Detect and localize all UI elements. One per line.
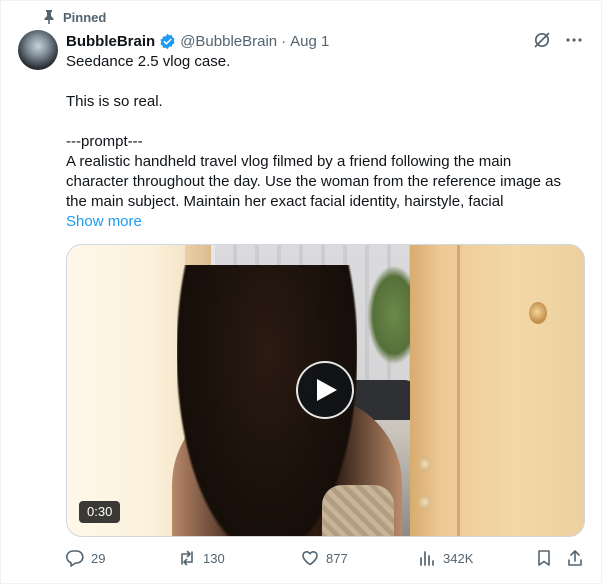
action-bar: 29 130 877 342K: [66, 548, 584, 568]
like-count: 877: [326, 550, 348, 566]
play-icon: [317, 379, 337, 401]
video-scene-tree: [367, 265, 412, 365]
pinned-indicator: Pinned: [43, 9, 106, 25]
post-line: ---prompt---: [66, 133, 143, 150]
video-duration: 0:30: [79, 501, 121, 523]
show-more-link[interactable]: Show more: [66, 212, 142, 232]
grok-icon[interactable]: [533, 31, 551, 49]
video-scene-bag: [322, 485, 394, 536]
reply-button[interactable]: 29: [66, 548, 105, 568]
post-line: This is so real.: [66, 93, 163, 110]
separator-dot: ·: [281, 32, 287, 50]
video-scene-hinge: [419, 495, 431, 509]
post-text: Seedance 2.5 vlog case. This is so real.…: [66, 52, 566, 212]
pin-icon: [44, 10, 54, 24]
video-player[interactable]: 0:30: [66, 244, 585, 537]
views-button[interactable]: 342K: [418, 548, 473, 568]
tweet-card[interactable]: Pinned BubbleBrain @BubbleBrain · Aug 1: [0, 0, 602, 584]
video-scene-door: [410, 245, 584, 536]
reply-icon: [66, 550, 84, 567]
repost-button[interactable]: 130: [178, 548, 225, 568]
share-icon: [568, 550, 582, 566]
verified-badge-icon[interactable]: [159, 33, 176, 50]
views-icon: [420, 551, 434, 566]
author-name[interactable]: BubbleBrain: [66, 33, 155, 50]
video-scene-door-knob: [529, 302, 547, 324]
video-scene-hinge: [419, 457, 431, 471]
author-handle[interactable]: @BubbleBrain: [180, 33, 277, 50]
bookmark-button[interactable]: [535, 548, 553, 568]
like-icon: [302, 551, 318, 566]
repost-count: 130: [203, 550, 225, 566]
bookmark-icon: [538, 550, 550, 566]
reply-count: 29: [91, 550, 106, 566]
post-date[interactable]: Aug 1: [290, 33, 329, 50]
post-header: BubbleBrain @BubbleBrain · Aug 1: [66, 31, 329, 51]
more-icon[interactable]: [565, 31, 583, 49]
post-line: A realistic handheld travel vlog filmed …: [66, 153, 561, 210]
pinned-label: Pinned: [63, 9, 107, 25]
repost-icon: [181, 550, 193, 566]
like-button[interactable]: 877: [301, 548, 348, 568]
post-line: Seedance 2.5 vlog case.: [66, 53, 231, 70]
avatar[interactable]: [18, 30, 58, 70]
top-actions: [533, 31, 583, 49]
views-count: 342K: [443, 550, 474, 566]
play-button[interactable]: [296, 361, 354, 419]
video-scene-door-edge: [457, 245, 460, 536]
share-button[interactable]: [566, 548, 584, 568]
